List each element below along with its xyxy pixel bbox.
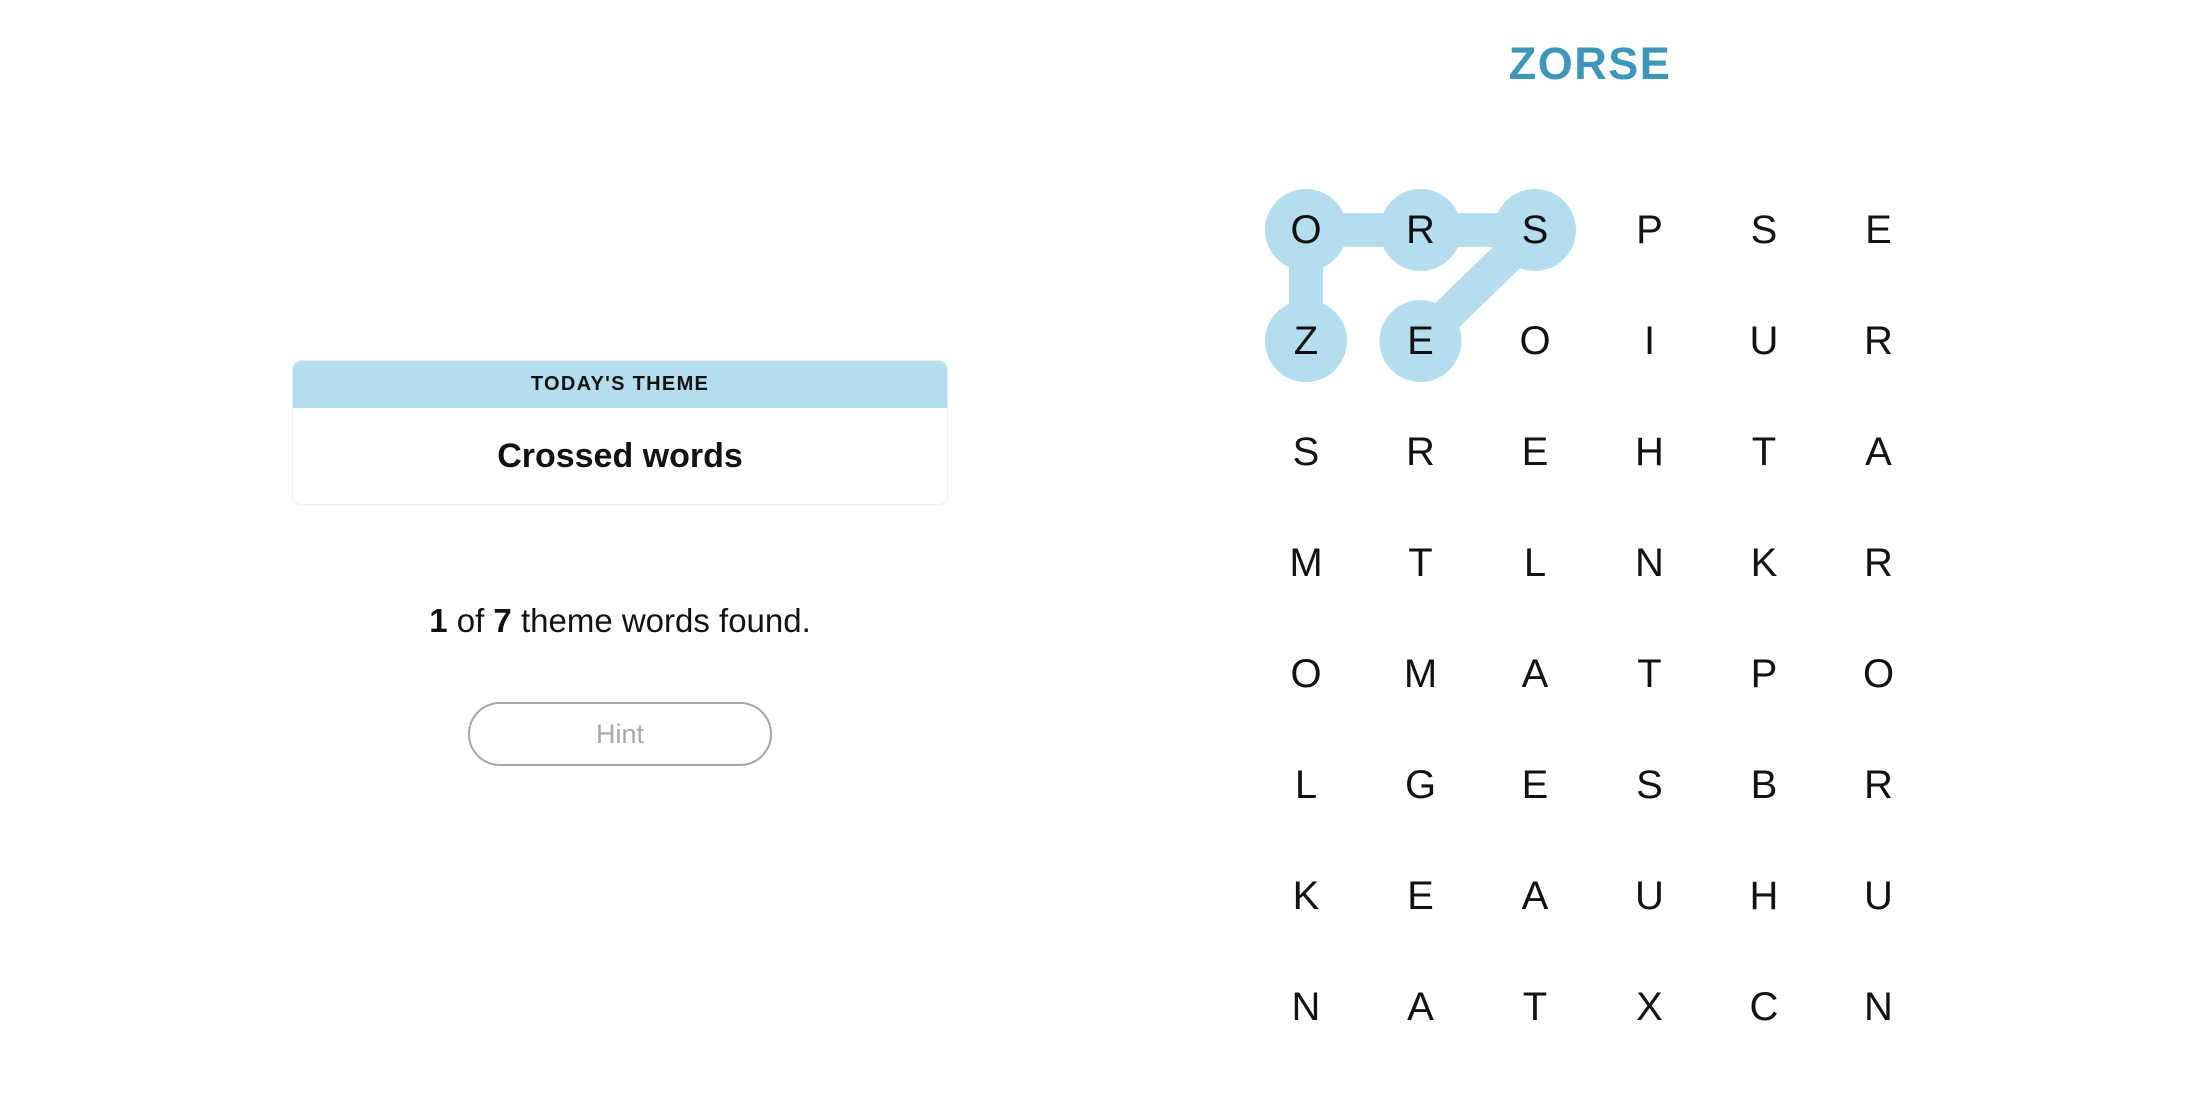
word-search-app: TODAY'S THEME Crossed words 1 of 7 theme… bbox=[0, 0, 2200, 1100]
grid-cell-r6-c5[interactable]: U bbox=[1836, 853, 1922, 939]
grid-cell-r0-c2[interactable]: S bbox=[1492, 187, 1578, 273]
grid-cell-r4-c1[interactable]: M bbox=[1378, 631, 1464, 717]
grid-cell-r0-c3[interactable]: P bbox=[1607, 187, 1693, 273]
grid-cell-r7-c3[interactable]: X bbox=[1607, 964, 1693, 1050]
grid-cell-r2-c5[interactable]: A bbox=[1836, 409, 1922, 495]
grid-cell-r5-c4[interactable]: B bbox=[1721, 742, 1807, 828]
info-panel: TODAY'S THEME Crossed words 1 of 7 theme… bbox=[0, 0, 1240, 1100]
grid-cell-r0-c5[interactable]: E bbox=[1836, 187, 1922, 273]
hint-button[interactable]: Hint bbox=[468, 702, 772, 766]
found-count: 1 bbox=[429, 602, 448, 639]
grid-cell-r0-c1[interactable]: R bbox=[1378, 187, 1464, 273]
grid-cell-r5-c1[interactable]: G bbox=[1378, 742, 1464, 828]
grid-cell-r2-c2[interactable]: E bbox=[1492, 409, 1578, 495]
total-count: 7 bbox=[493, 602, 512, 639]
puzzle-title: ZORSE bbox=[1508, 38, 1672, 89]
grid-cell-r1-c2[interactable]: O bbox=[1492, 298, 1578, 384]
grid-cell-r4-c4[interactable]: P bbox=[1721, 631, 1807, 717]
grid-cell-r6-c2[interactable]: A bbox=[1492, 853, 1578, 939]
grid-cell-r3-c2[interactable]: L bbox=[1492, 520, 1578, 606]
theme-card-header-label: TODAY'S THEME bbox=[530, 373, 710, 395]
grid-cell-r7-c0[interactable]: N bbox=[1263, 964, 1349, 1050]
grid-cell-r6-c1[interactable]: E bbox=[1378, 853, 1464, 939]
theme-value: Crossed words bbox=[497, 436, 743, 475]
grid-cell-r4-c3[interactable]: T bbox=[1607, 631, 1693, 717]
grid-cell-r2-c3[interactable]: H bbox=[1607, 409, 1693, 495]
grid-cell-r3-c1[interactable]: T bbox=[1378, 520, 1464, 606]
grid-cell-r1-c0[interactable]: Z bbox=[1263, 298, 1349, 384]
grid-cell-r4-c2[interactable]: A bbox=[1492, 631, 1578, 717]
grid-cell-r1-c3[interactable]: I bbox=[1607, 298, 1693, 384]
grid-cell-r1-c4[interactable]: U bbox=[1721, 298, 1807, 384]
grid-cell-r4-c0[interactable]: O bbox=[1263, 631, 1349, 717]
grid-cell-r1-c1[interactable]: E bbox=[1378, 298, 1464, 384]
grid-cell-r7-c1[interactable]: A bbox=[1378, 964, 1464, 1050]
grid-cell-r3-c0[interactable]: M bbox=[1263, 520, 1349, 606]
grid-cell-r2-c4[interactable]: T bbox=[1721, 409, 1807, 495]
grid-cell-r0-c4[interactable]: S bbox=[1721, 187, 1807, 273]
grid-cell-r7-c4[interactable]: C bbox=[1721, 964, 1807, 1050]
todays-theme-card: TODAY'S THEME Crossed words bbox=[292, 360, 948, 505]
grid-cell-r5-c0[interactable]: L bbox=[1263, 742, 1349, 828]
grid-cell-r6-c0[interactable]: K bbox=[1263, 853, 1349, 939]
grid-cell-r6-c3[interactable]: U bbox=[1607, 853, 1693, 939]
grid-cell-r3-c3[interactable]: N bbox=[1607, 520, 1693, 606]
grid-cell-r1-c5[interactable]: R bbox=[1836, 298, 1922, 384]
grid-cell-r2-c0[interactable]: S bbox=[1263, 409, 1349, 495]
grid-cell-r4-c5[interactable]: O bbox=[1836, 631, 1922, 717]
grid-cell-r7-c5[interactable]: N bbox=[1836, 964, 1922, 1050]
grid-cell-r2-c1[interactable]: R bbox=[1378, 409, 1464, 495]
theme-card-body: Crossed words bbox=[293, 408, 947, 504]
grid-cell-r6-c4[interactable]: H bbox=[1721, 853, 1807, 939]
theme-words-progress: 1 of 7 theme words found. bbox=[292, 602, 948, 640]
letter-layer: ORSPSEZEOIURSREHTAMTLNKROMATPOLGESBRKEAU… bbox=[1240, 175, 1940, 1065]
theme-card-header: TODAY'S THEME bbox=[293, 361, 947, 408]
grid-cell-r7-c2[interactable]: T bbox=[1492, 964, 1578, 1050]
progress-connector-one: of bbox=[447, 602, 494, 639]
progress-connector-two: theme words found. bbox=[511, 602, 811, 639]
grid-cell-r5-c2[interactable]: E bbox=[1492, 742, 1578, 828]
grid-cell-r3-c4[interactable]: K bbox=[1721, 520, 1807, 606]
letter-grid: ORSPSEZEOIURSREHTAMTLNKROMATPOLGESBRKEAU… bbox=[1240, 175, 1940, 1065]
grid-cell-r5-c3[interactable]: S bbox=[1607, 742, 1693, 828]
grid-cell-r3-c5[interactable]: R bbox=[1836, 520, 1922, 606]
puzzle-panel: ZORSE ORSPSEZEOIURSREHTAMTLNKROMATPOLGES… bbox=[1240, 0, 2200, 1100]
grid-cell-r0-c0[interactable]: O bbox=[1263, 187, 1349, 273]
grid-cell-r5-c5[interactable]: R bbox=[1836, 742, 1922, 828]
